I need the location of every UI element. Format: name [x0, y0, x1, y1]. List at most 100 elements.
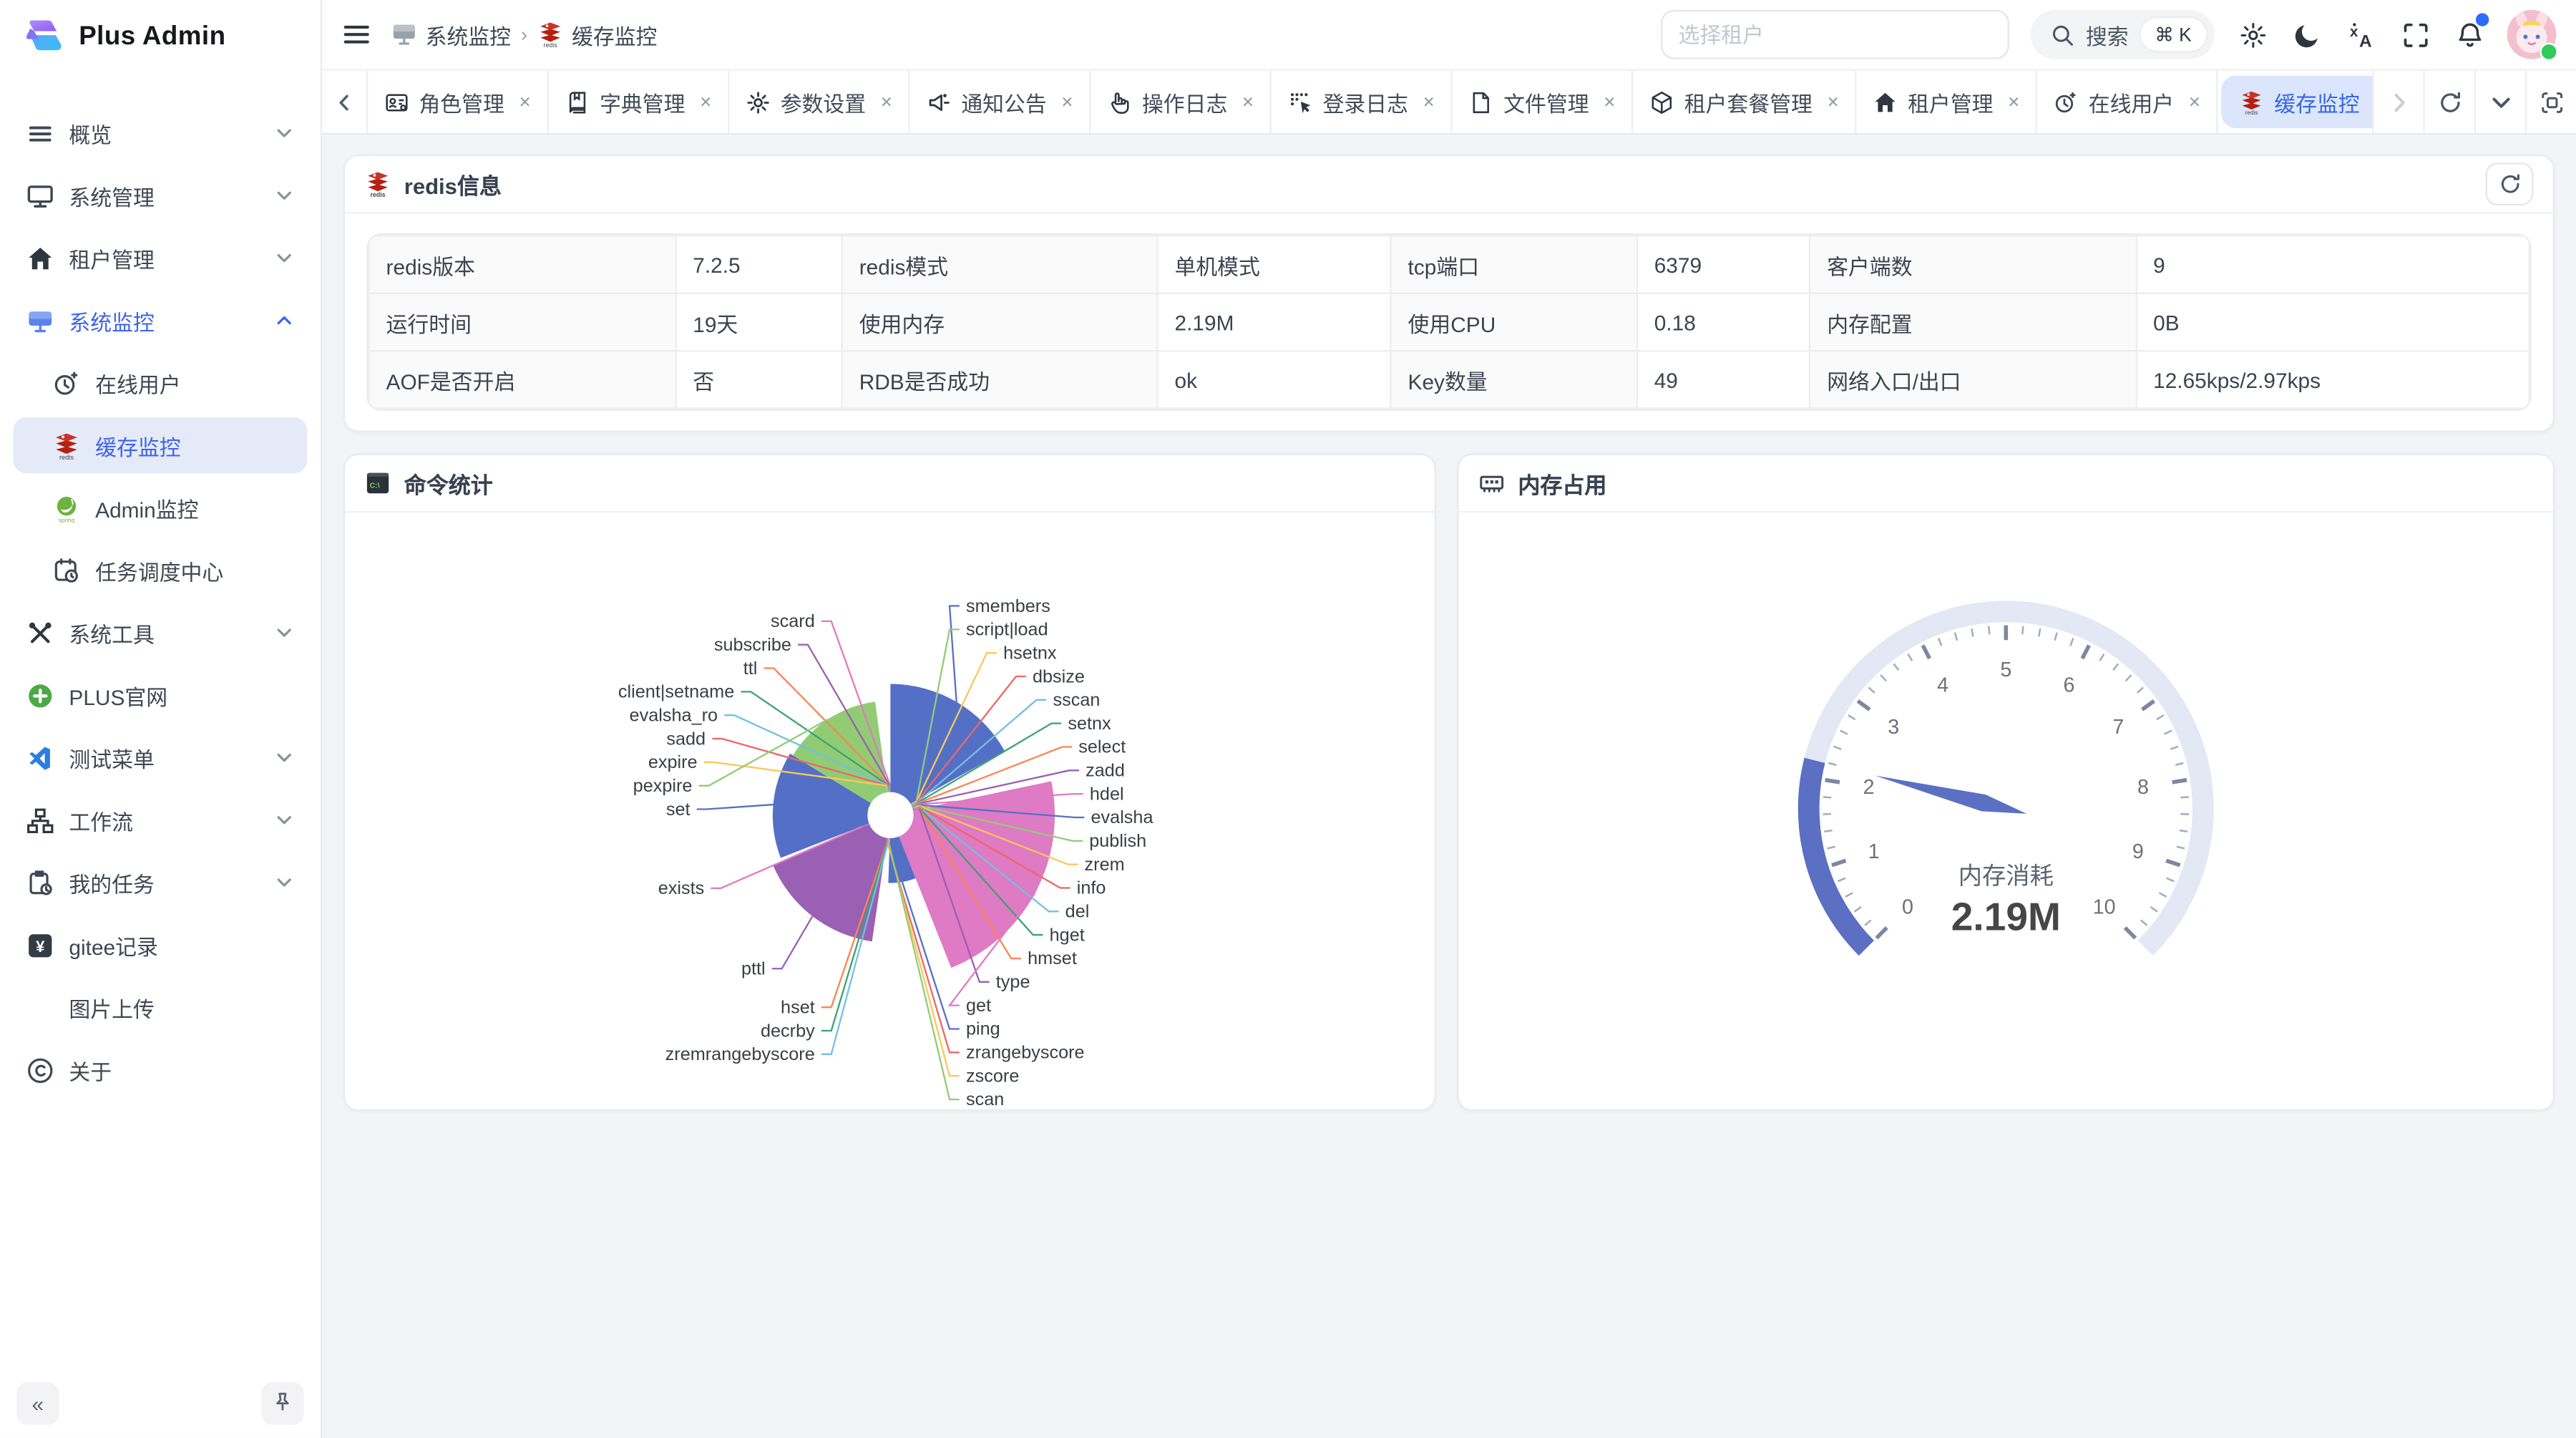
close-icon[interactable]: ×	[2189, 92, 2200, 112]
close-icon[interactable]: ×	[1604, 92, 1615, 112]
close-icon[interactable]: ×	[1828, 92, 1839, 112]
redis-icon: redis	[2240, 89, 2264, 114]
close-icon[interactable]: ×	[700, 92, 711, 112]
fullscreen-button[interactable]	[2399, 18, 2431, 51]
tabs-action-scan-button[interactable]	[2525, 71, 2576, 133]
workflow-icon	[26, 806, 54, 834]
chevron-up-icon	[274, 311, 294, 331]
chevron-down-icon	[274, 248, 294, 268]
bell-button[interactable]	[2453, 18, 2486, 51]
close-icon[interactable]: ×	[1423, 92, 1435, 112]
chevron-down-icon	[274, 873, 294, 893]
tab-租户套餐管理[interactable]: 租户套餐管理×	[1634, 71, 1857, 133]
sidebar-item-在线用户[interactable]: 在线用户	[13, 355, 307, 411]
sidebar-item-关于[interactable]: 关于	[13, 1042, 307, 1098]
logo[interactable]: Plus Admin	[0, 0, 321, 69]
tabs-action-refresh-button[interactable]	[2423, 71, 2474, 133]
translate-button[interactable]: xA	[2344, 18, 2377, 51]
gauge-tick-label: 9	[2132, 840, 2144, 863]
pin-sidebar-button[interactable]	[261, 1382, 304, 1425]
overview-icon	[26, 119, 54, 147]
slice-label: pexpire	[633, 776, 693, 796]
sidebar-item-租户管理[interactable]: 租户管理	[13, 230, 307, 286]
svg-text:redis: redis	[544, 42, 558, 48]
tab-缓存监控[interactable]: redis缓存监控×	[2222, 76, 2373, 128]
tenant-select-input[interactable]	[1660, 10, 2009, 59]
sidebar-item-测试菜单[interactable]: 测试菜单	[13, 729, 307, 785]
chevron-down-icon	[274, 185, 294, 205]
close-icon[interactable]: ×	[519, 92, 531, 112]
tab-在线用户[interactable]: 在线用户×	[2038, 71, 2219, 133]
sidebar-item-PLUS官网[interactable]: PLUS官网	[13, 667, 307, 723]
redis-info-card-header: redis redis信息	[345, 156, 2553, 213]
close-icon[interactable]: ×	[881, 92, 892, 112]
tabs-action-chevron-down-button[interactable]	[2474, 71, 2525, 133]
slice-label: hdel	[1090, 784, 1124, 804]
tab-字典管理[interactable]: 字典管理×	[549, 71, 730, 133]
breadcrumb-item-缓存监控[interactable]: redis 缓存监控	[537, 19, 658, 50]
header-icon-buttons: xA	[2236, 18, 2486, 51]
pie-slice-scard[interactable]	[890, 785, 891, 792]
sidebar-item-系统监控[interactable]: 系统监控	[13, 293, 307, 349]
slice-label: zremrangebyscore	[665, 1044, 815, 1064]
sidebar: Plus Admin 概览系统管理租户管理系统监控在线用户 redis缓存监控 sp…	[0, 0, 322, 1438]
about-icon	[26, 1056, 54, 1084]
sidebar-item-系统工具[interactable]: 系统工具	[13, 605, 307, 661]
sidebar-item-图片上传[interactable]: 图片上传	[13, 979, 307, 1035]
gauge-tick	[2160, 893, 2167, 897]
close-icon[interactable]: ×	[1061, 92, 1073, 112]
gauge-tick-label: 5	[2000, 659, 2011, 681]
package-icon	[1650, 89, 1674, 114]
tab-文件管理[interactable]: 文件管理×	[1453, 71, 1634, 133]
terminal-icon: C:\	[365, 470, 391, 497]
tab-登录日志[interactable]: 登录日志×	[1272, 71, 1453, 133]
tab-租户管理[interactable]: 租户管理×	[1857, 71, 2038, 133]
gauge-tick	[1825, 780, 1840, 782]
sidebar-item-任务调度中心[interactable]: 任务调度中心	[13, 543, 307, 598]
svg-text:redis: redis	[59, 453, 74, 460]
sidebar-item-工作流[interactable]: 工作流	[13, 792, 307, 848]
tab-通知公告[interactable]: 通知公告×	[910, 71, 1091, 133]
breadcrumb-item-系统监控[interactable]: 系统监控	[391, 19, 511, 50]
breadcrumb-label: 缓存监控	[572, 19, 657, 50]
avatar[interactable]	[2507, 10, 2557, 59]
tab-操作日志[interactable]: 操作日志×	[1091, 71, 1272, 133]
app-root: Plus Admin 概览系统管理租户管理系统监控在线用户redis缓存监控sp…	[0, 0, 2576, 1438]
refresh-redis-info-button[interactable]	[2486, 162, 2534, 205]
info-label: tcp端口	[1390, 235, 1636, 293]
redis-info-table: redis版本7.2.5redis模式单机模式tcp端口6379客户端数9运行时…	[368, 235, 2529, 409]
sidebar-item-Admin监控[interactable]: springAdmin监控	[13, 480, 307, 535]
redis-icon: redis	[365, 171, 391, 198]
sidebar-item-我的任务[interactable]: 我的任务	[13, 855, 307, 910]
gauge-tick-label: 8	[2137, 776, 2149, 799]
svg-text:redis: redis	[2245, 109, 2258, 115]
info-label: 使用内存	[842, 293, 1158, 351]
sidebar-item-缓存监控[interactable]: redis缓存监控	[13, 417, 307, 473]
tab-bar: 角色管理×字典管理×参数设置×通知公告×操作日志×登录日志×文件管理×租户套餐管…	[322, 69, 2576, 135]
sidebar-item-系统管理[interactable]: 系统管理	[13, 167, 307, 223]
hamburger-menu-icon[interactable]	[342, 20, 371, 49]
gauge-tick	[2170, 747, 2178, 749]
tab-角色管理[interactable]: 角色管理×	[368, 71, 549, 133]
collapse-sidebar-button[interactable]: «	[16, 1382, 59, 1425]
close-icon[interactable]: ×	[1242, 92, 1254, 112]
sidebar-item-label: Admin监控	[95, 492, 198, 524]
notification-dot	[2476, 13, 2489, 26]
tabs-scroll-left-button[interactable]	[322, 71, 368, 133]
moon-button[interactable]	[2290, 18, 2323, 51]
sidebar-item-概览[interactable]: 概览	[13, 105, 307, 161]
tab-参数设置[interactable]: 参数设置×	[730, 71, 911, 133]
sidebar-item-gitee记录[interactable]: ¥gitee记录	[13, 917, 307, 973]
info-label: 内存配置	[1810, 293, 2136, 351]
collapse-icon: «	[31, 1391, 44, 1415]
info-label: 网络入口/出口	[1810, 351, 2136, 408]
redis-info-title: redis信息	[404, 167, 502, 200]
gauge-tick	[1938, 638, 1941, 646]
info-label: 运行时间	[369, 293, 675, 351]
gear-button[interactable]	[2236, 18, 2269, 51]
slice-label: client|setname	[618, 682, 734, 702]
gauge-label: 内存消耗	[1958, 863, 2054, 890]
close-icon[interactable]: ×	[2008, 92, 2019, 112]
global-search-button[interactable]: 搜索 ⌘ K	[2030, 10, 2215, 59]
command-stats-card: C:\ 命令统计 smembersscript|loadhsetnxdbsize…	[343, 454, 1436, 1111]
